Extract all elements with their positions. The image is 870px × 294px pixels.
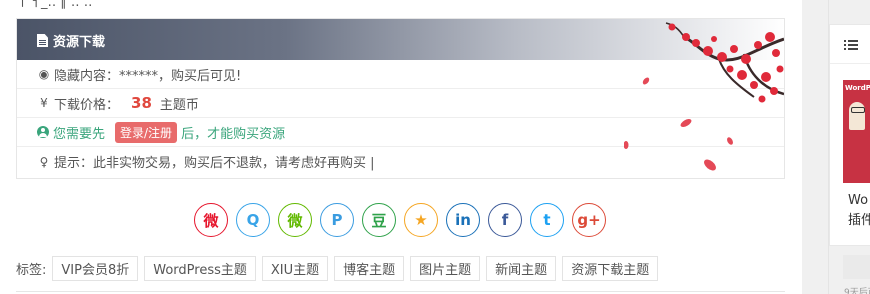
tag-link[interactable]: 资源下载主题: [562, 256, 659, 281]
qzone-share-button[interactable]: P: [320, 203, 354, 237]
sidebar-post-title-line1: Wo: [848, 193, 869, 208]
weibo-icon: 微: [203, 211, 219, 230]
douban-icon: 豆: [371, 211, 387, 230]
sidebar-post-title-line2: 插件: [848, 213, 870, 228]
facebook-icon: f: [501, 211, 509, 229]
thumbnail-figure: [849, 102, 865, 130]
eye-slash-icon: ◉: [38, 67, 50, 81]
sidebar-widget: WordPre Wo 插件: [829, 24, 870, 246]
tag-link[interactable]: VIP会员8折: [52, 256, 139, 281]
share-bar: 微 Q 微 P 豆 ★ in f t g+: [194, 203, 606, 237]
hidden-content-row: ◉ 隐藏内容：******，购买后可见!: [17, 60, 784, 89]
download-title: 资源下载: [37, 31, 105, 50]
hidden-content-text: 隐藏内容：******，购买后可见!: [54, 68, 242, 84]
divider: [830, 63, 870, 64]
download-header: 资源下载: [17, 19, 784, 171]
qq-icon: Q: [246, 211, 260, 229]
googleplus-share-button[interactable]: g+: [572, 203, 606, 237]
wechat-share-button[interactable]: 微: [278, 203, 312, 237]
tag-link[interactable]: WordPress主题: [144, 256, 256, 281]
facebook-share-button[interactable]: f: [488, 203, 522, 237]
google-plus-icon: g+: [577, 211, 601, 229]
tags-label: 标签:: [16, 263, 47, 278]
qq-share-button[interactable]: Q: [236, 203, 270, 237]
price-label: 下载价格：: [54, 97, 120, 113]
login-suffix: 后，才能购买资源: [181, 126, 286, 142]
wechat-icon: 微: [287, 211, 303, 230]
sidebar-footer-text: 9天后可: [844, 288, 870, 294]
download-title-text: 资源下载: [53, 35, 106, 50]
post-thumbnail[interactable]: WordPre: [843, 80, 870, 183]
tip-text: 提示：此非实物交易，购买后不退款，请考虑好再购买 |: [54, 156, 375, 171]
sidebar-post-title[interactable]: Wo 插件: [848, 191, 870, 231]
login-prefix: 您需要先: [53, 126, 106, 142]
main-column: ㄒㅓ_‥ ∥ ‥ ‥ 资源下载 ◉ 隐藏内容：******，购买后可见! ¥ 下…: [0, 0, 802, 294]
tag-link[interactable]: 图片主题: [410, 256, 481, 281]
user-icon: [37, 126, 49, 138]
price-value: 38: [131, 94, 152, 112]
login-required-row: 您需要先 登录/注册 后，才能购买资源: [17, 118, 784, 147]
tag-link[interactable]: XIU主题: [261, 256, 329, 281]
qzone-icon: P: [331, 211, 343, 229]
list-icon[interactable]: [844, 40, 858, 51]
price-unit: 主题币: [159, 97, 199, 113]
sidebar-button[interactable]: [843, 255, 870, 279]
file-icon: [37, 34, 48, 47]
download-panel: 资源下载 ◉ 隐藏内容：******，购买后可见! ¥ 下载价格： 38 主题币…: [16, 18, 785, 179]
thumbnail-logo: WordPre: [845, 84, 870, 92]
truncated-top-text: ㄒㅓ_‥ ∥ ‥ ‥: [16, 0, 93, 10]
price-row: ¥ 下载价格： 38 主题币: [17, 89, 784, 118]
tag-link[interactable]: 新闻主题: [486, 256, 557, 281]
star-icon: ★: [414, 211, 428, 229]
douban-share-button[interactable]: 豆: [362, 203, 396, 237]
lightbulb-icon: ♀: [39, 154, 49, 169]
tip-row: ♀ 提示：此非实物交易，购买后不退款，请考虑好再购买 |: [17, 147, 784, 176]
weibo-share-button[interactable]: 微: [194, 203, 228, 237]
linkedin-share-button[interactable]: in: [446, 203, 480, 237]
tag-link[interactable]: 博客主题: [334, 256, 405, 281]
tags-bar: 标签: VIP会员8折 WordPress主题 XIU主题 博客主题 图片主题 …: [16, 256, 659, 281]
divider: [16, 291, 785, 292]
login-register-button[interactable]: 登录/注册: [115, 121, 178, 143]
yen-icon: ¥: [40, 96, 48, 110]
twitter-icon: t: [543, 211, 551, 229]
twitter-share-button[interactable]: t: [530, 203, 564, 237]
linkedin-icon: in: [455, 211, 471, 229]
favorite-share-button[interactable]: ★: [404, 203, 438, 237]
